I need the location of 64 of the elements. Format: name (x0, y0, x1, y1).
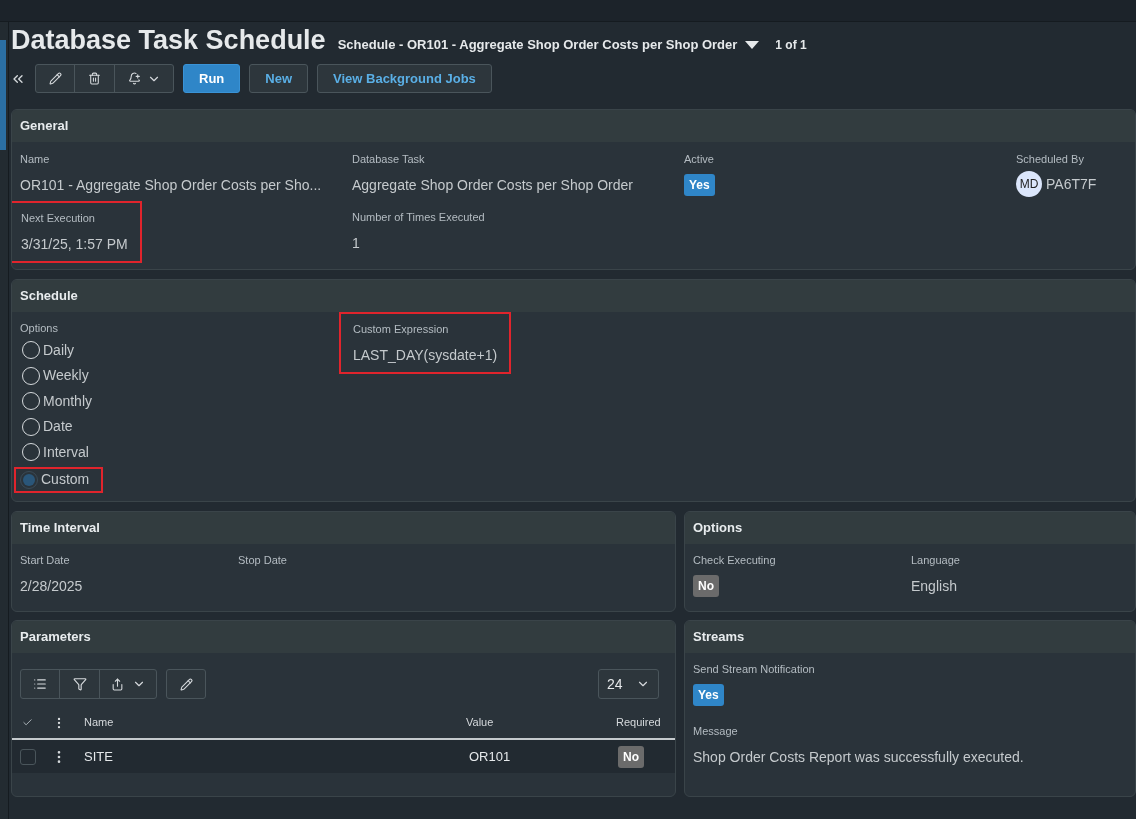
toolbar-button[interactable]: Run (183, 64, 241, 93)
field-value: 3/31/25, 1:57 PM (21, 234, 128, 254)
page-size-select[interactable]: 24 (598, 669, 659, 699)
filter-icon (72, 677, 87, 691)
page-title: Database Task Schedule (11, 24, 326, 57)
field-value: OR101 - Aggregate Shop Order Costs per Sho... (20, 175, 322, 195)
field-value: 2/28/2025 (20, 576, 83, 596)
radio-label: Monthly (43, 391, 93, 411)
field-label: Number of Times Executed (352, 210, 486, 224)
field-label: Active (684, 152, 715, 166)
radio-label: Interval (43, 442, 89, 462)
column-header: Value (466, 715, 495, 731)
field-value: LAST_DAY(sysdate+1) (353, 345, 498, 365)
field-label: Stop Date (238, 553, 288, 567)
panel-title: Schedule (20, 287, 78, 306)
pencil-icon (179, 677, 193, 691)
field-label: Language (911, 553, 961, 567)
column-header: Required (616, 715, 662, 731)
edit-button[interactable] (166, 669, 206, 699)
field-label: Custom Expression (353, 322, 450, 336)
field-label: Options (20, 321, 59, 335)
yes-badge: Yes (693, 684, 724, 706)
field-value: Aggregate Shop Order Costs per Shop Order (352, 175, 633, 195)
field-label: Message (693, 724, 739, 738)
column-header: Name (84, 715, 115, 731)
toolbar-button[interactable]: View Background Jobs (317, 64, 492, 93)
field-label: Database Task (352, 152, 426, 166)
panel-title: General (20, 117, 69, 136)
field-value: 1 (352, 233, 360, 253)
field-label: Start Date (20, 553, 71, 567)
export-icon (110, 677, 124, 691)
check-icon (22, 717, 33, 728)
no-badge: No (693, 575, 719, 597)
field-value: English (911, 576, 957, 596)
no-badge: No (618, 745, 644, 768)
panel-title: Options (693, 519, 743, 538)
table-cell-text: OR101 (469, 747, 512, 766)
radio-label: Daily (43, 340, 75, 360)
toolbar-button[interactable]: New (249, 64, 308, 93)
field-label: Send Stream Notification (693, 662, 816, 676)
pencil-icon (48, 72, 62, 85)
record-title: Schedule - OR101 - Aggregate Shop Order Costs per Shop Order (337, 36, 738, 54)
dropdown-caret-icon[interactable] (745, 41, 760, 49)
list-icon (33, 677, 47, 691)
radio-label: Custom (41, 470, 90, 490)
bell-icon (127, 72, 141, 85)
field-label: Name (20, 152, 51, 166)
table-row[interactable]: SITE OR101 No (12, 740, 675, 773)
panel-title: Parameters (20, 628, 91, 647)
record-pager: 1 of 1 (775, 37, 807, 54)
field-label: Next Execution (21, 211, 96, 225)
radio-label: Date (43, 417, 73, 437)
yes-badge: Yes (684, 174, 715, 196)
field-label: Check Executing (693, 553, 777, 567)
user-avatar: MD (1016, 171, 1042, 197)
trash-icon (88, 72, 101, 85)
field-value: PA6T7F (1046, 174, 1097, 194)
table-cell-text: SITE (84, 747, 114, 766)
panel-title: Time Interval (20, 519, 100, 538)
row-checkbox[interactable] (20, 748, 36, 765)
field-label: Scheduled By (1016, 152, 1085, 166)
radio-label: Weekly (43, 366, 89, 386)
field-value: Shop Order Costs Report was successfully executed. (693, 747, 1024, 767)
panel-title: Streams (693, 628, 745, 647)
